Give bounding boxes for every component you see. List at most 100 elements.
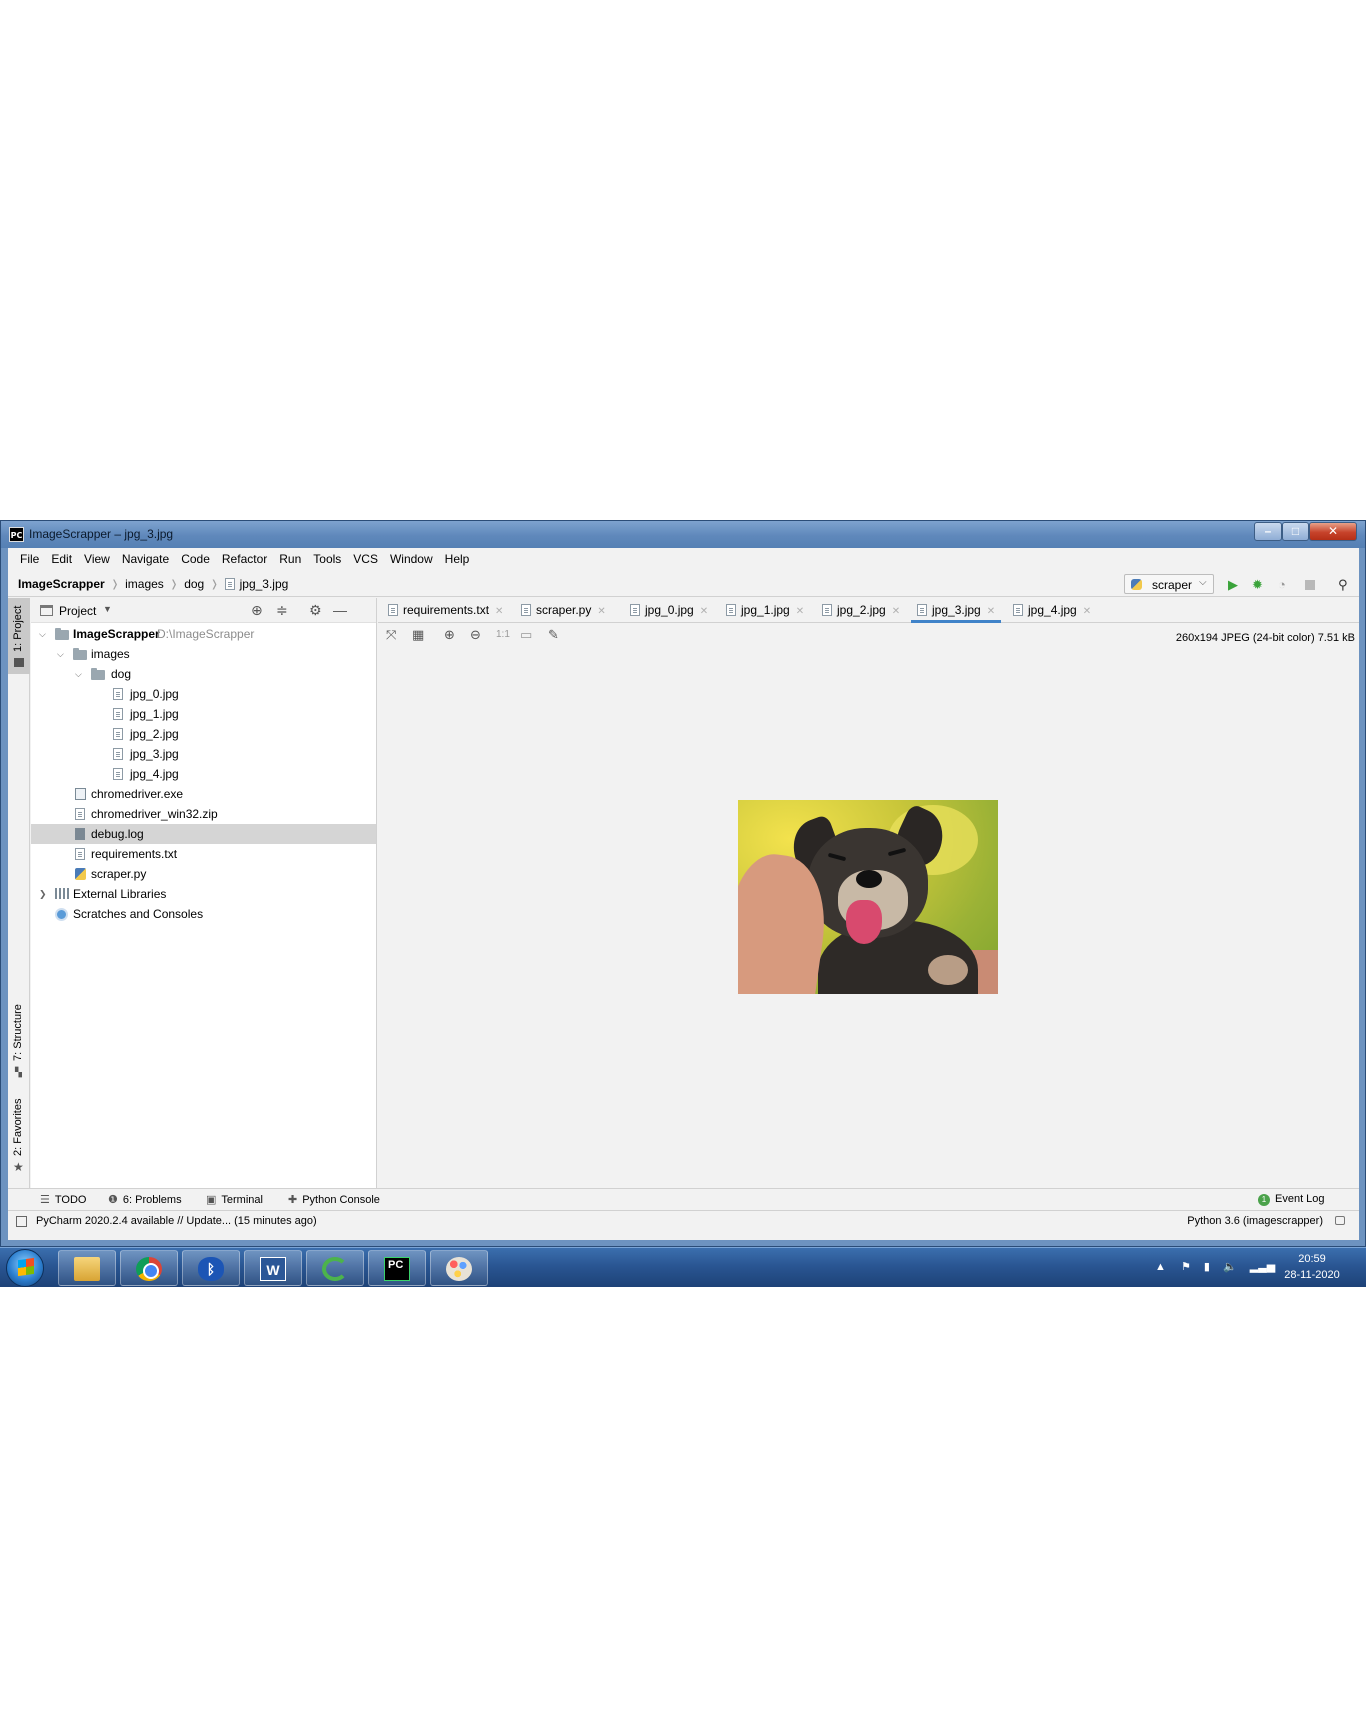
tree-item-scraper-py[interactable]: scraper.py	[31, 864, 376, 884]
tree-item-jpg3[interactable]: jpg_3.jpg	[31, 744, 376, 764]
tree-item-jpg2[interactable]: jpg_2.jpg	[31, 724, 376, 744]
tab-scraper-py[interactable]: scraper.py ✕	[521, 598, 606, 623]
menu-vcs[interactable]: VCS	[347, 548, 384, 571]
stop-icon[interactable]	[1305, 580, 1315, 590]
breadcrumb-project[interactable]: ImageScrapper	[18, 577, 105, 591]
terminal-tool-button[interactable]: ▣ Terminal	[206, 1193, 263, 1206]
tab-jpg3[interactable]: jpg_3.jpg ✕	[911, 598, 1002, 623]
tree-item-scratches[interactable]: Scratches and Consoles	[31, 904, 376, 924]
taskbar-chrome[interactable]	[120, 1250, 178, 1286]
tree-item-requirements[interactable]: requirements.txt	[31, 844, 376, 864]
tool-tab-favorites[interactable]: 2: Favorites ★	[8, 1098, 30, 1178]
action-center-flag-icon[interactable]: ⚑	[1181, 1261, 1191, 1273]
zoom-in-icon[interactable]: ⊕	[444, 628, 455, 642]
color-picker-icon[interactable]: ✎	[548, 628, 559, 642]
tree-item-images[interactable]: ⌵ images	[31, 644, 376, 664]
menu-file[interactable]: File	[14, 548, 45, 571]
tab-jpg2[interactable]: jpg_2.jpg ✕	[822, 598, 900, 623]
project-panel-title[interactable]: Project	[59, 604, 96, 618]
taskbar-pycharm[interactable]: PC	[368, 1250, 426, 1286]
status-message[interactable]: PyCharm 2020.2.4 available // Update... …	[36, 1215, 317, 1227]
python-interpreter-selector[interactable]: Python 3.6 (imagescrapper)	[1187, 1215, 1323, 1227]
tree-item-jpg4[interactable]: jpg_4.jpg	[31, 764, 376, 784]
tab-jpg0[interactable]: jpg_0.jpg ✕	[630, 598, 708, 623]
event-log-label: Event Log	[1275, 1193, 1325, 1205]
gear-icon[interactable]: ⚙	[309, 602, 322, 619]
volume-icon[interactable]: 🔈	[1223, 1261, 1237, 1273]
python-console-tool-button[interactable]: ✚ Python Console	[288, 1193, 380, 1206]
caret-down-icon[interactable]: ▼	[103, 604, 112, 614]
system-clock[interactable]: 20:59 28-11-2020	[1272, 1251, 1352, 1283]
tree-item-debug-log[interactable]: debug.log	[31, 824, 376, 844]
close-tab-icon[interactable]: ✕	[892, 606, 900, 617]
tool-tab-project[interactable]: 1: Project	[8, 598, 30, 674]
todo-tool-button[interactable]: ☰ TODO	[40, 1193, 86, 1206]
tree-item-jpg0[interactable]: jpg_0.jpg	[31, 684, 376, 704]
breadcrumb-images[interactable]: images	[125, 577, 164, 591]
run-configuration-dropdown[interactable]: scraper ⌵	[1124, 574, 1214, 594]
tool-tab-structure[interactable]: 7: Structure ▚	[8, 1003, 30, 1079]
menu-run[interactable]: Run	[273, 548, 307, 571]
close-tab-icon[interactable]: ✕	[796, 606, 804, 617]
tree-item-chromedriver-zip[interactable]: chromedriver_win32.zip	[31, 804, 376, 824]
menu-help[interactable]: Help	[439, 548, 476, 571]
chevron-right-icon[interactable]: ❯	[39, 884, 47, 904]
zoom-out-icon[interactable]: ⊖	[470, 628, 481, 642]
tab-jpg4[interactable]: jpg_4.jpg ✕	[1013, 598, 1091, 623]
tree-item-external-libraries[interactable]: ❯ External Libraries	[31, 884, 376, 904]
menu-edit[interactable]: Edit	[45, 548, 78, 571]
zoom-to-fit-icon[interactable]: ⤧	[386, 628, 396, 642]
chevron-down-icon[interactable]: ⌵	[39, 624, 46, 644]
taskbar-word[interactable]: W	[244, 1250, 302, 1286]
debug-icon[interactable]: ✹	[1252, 578, 1263, 591]
grid-icon[interactable]: ▦	[412, 628, 424, 642]
close-button[interactable]: ✕	[1309, 522, 1357, 541]
collapse-all-icon[interactable]: ≑	[276, 602, 288, 619]
maximize-button[interactable]: □	[1282, 522, 1309, 541]
image-info: 260x194 JPEG (24-bit color) 7.51 kB	[1175, 632, 1355, 644]
menu-code[interactable]: Code	[175, 548, 216, 571]
actual-size-icon[interactable]: 1:1	[496, 628, 510, 642]
minimize-button[interactable]: –	[1254, 522, 1282, 541]
tree-item-root[interactable]: ⌵ ImageScrapper D:\ImageScrapper	[31, 624, 376, 644]
event-log-tool-button[interactable]: 1 Event Log	[1258, 1193, 1325, 1206]
coverage-icon[interactable]: ◔	[1278, 578, 1286, 591]
menu-refactor[interactable]: Refactor	[216, 548, 273, 571]
taskbar-paint[interactable]	[430, 1250, 488, 1286]
show-hidden-icons-icon[interactable]: ▲	[1155, 1261, 1166, 1273]
run-icon[interactable]: ▶	[1228, 578, 1238, 591]
battery-icon[interactable]: ▮	[1204, 1261, 1210, 1273]
hide-panel-icon[interactable]: —	[333, 602, 347, 618]
tree-item-dog[interactable]: ⌵ dog	[31, 664, 376, 684]
menu-navigate[interactable]: Navigate	[116, 548, 175, 571]
menu-window[interactable]: Window	[384, 548, 439, 571]
breadcrumb-dog[interactable]: dog	[184, 577, 204, 591]
taskbar-loading-app[interactable]	[306, 1250, 364, 1286]
title-bar[interactable]: PC ImageScrapper – jpg_3.jpg – □ ✕	[1, 521, 1365, 548]
tree-item-jpg1[interactable]: jpg_1.jpg	[31, 704, 376, 724]
chevron-down-icon[interactable]: ⌵	[57, 644, 64, 664]
close-tab-icon[interactable]: ✕	[987, 606, 995, 617]
toggle-tool-windows-icon[interactable]	[16, 1216, 27, 1227]
problems-tool-button[interactable]: ❶ 6: Problems	[108, 1193, 182, 1206]
tree-item-chromedriver-exe[interactable]: chromedriver.exe	[31, 784, 376, 804]
chevron-down-icon[interactable]: ⌵	[75, 664, 82, 684]
search-icon[interactable]: ⚲	[1338, 578, 1348, 591]
locate-file-icon[interactable]: ⊕	[251, 602, 263, 619]
breadcrumb-file[interactable]: jpg_3.jpg	[240, 577, 289, 591]
close-tab-icon[interactable]: ✕	[597, 606, 605, 617]
background-icon[interactable]: ▭	[520, 628, 532, 642]
taskbar-bluetooth[interactable]: ᛒ	[182, 1250, 240, 1286]
close-tab-icon[interactable]: ✕	[1083, 606, 1091, 617]
close-tab-icon[interactable]: ✕	[495, 606, 503, 617]
tab-jpg1[interactable]: jpg_1.jpg ✕	[726, 598, 804, 623]
pycharm-icon: PC	[384, 1257, 410, 1281]
breadcrumb-separator-icon: ❭	[110, 578, 120, 590]
menu-view[interactable]: View	[78, 548, 116, 571]
lock-icon[interactable]	[1335, 1216, 1345, 1225]
tab-requirements-txt[interactable]: requirements.txt ✕	[388, 598, 503, 623]
close-tab-icon[interactable]: ✕	[700, 606, 708, 617]
taskbar-explorer[interactable]	[58, 1250, 116, 1286]
start-button[interactable]	[6, 1249, 44, 1287]
menu-tools[interactable]: Tools	[307, 548, 347, 571]
